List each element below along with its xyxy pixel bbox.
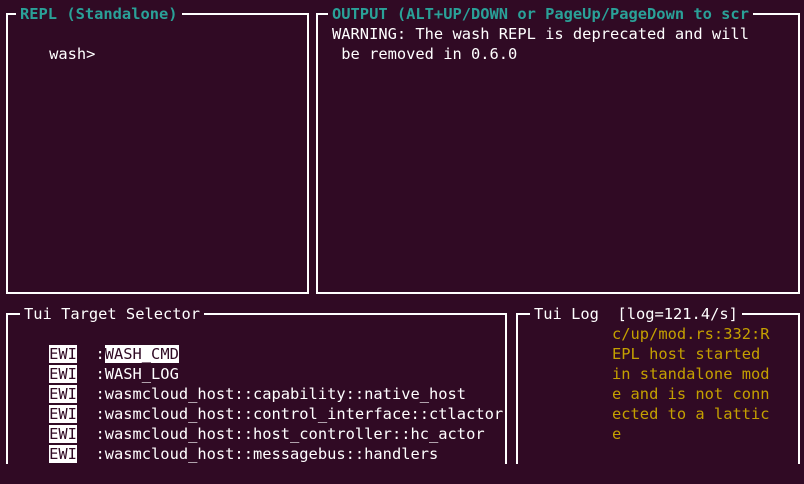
- log-line: ected to a lattic: [612, 405, 770, 423]
- repl-prompt-line[interactable]: wash>: [12, 24, 336, 84]
- repl-pane-title: REPL (Standalone): [16, 4, 182, 24]
- log-line: e: [612, 425, 622, 443]
- log-line: e and is not conn: [612, 385, 770, 403]
- target-selector-title: Tui Target Selector: [20, 304, 205, 324]
- output-line: WARNING: The wash REPL is deprecated and…: [332, 25, 749, 43]
- level-filter-badge[interactable]: EWI: [49, 445, 77, 463]
- log-line: EPL host started: [612, 345, 761, 363]
- repl-command-input[interactable]: [95, 44, 336, 64]
- output-pane-title: OUTPUT (ALT+UP/DOWN or PageUp/PageDown t…: [328, 4, 753, 24]
- tui-log-title: Tui Log [log=121.4/s]: [530, 304, 742, 324]
- output-pane[interactable]: OUTPUT (ALT+UP/DOWN or PageUp/PageDown t…: [316, 4, 800, 294]
- log-line: in standalone mod: [612, 365, 770, 383]
- repl-pane[interactable]: REPL (Standalone) wash>: [6, 4, 336, 294]
- target-item[interactable]: EWI :wasmcloud_host::messagebus::handler…: [12, 424, 438, 484]
- output-line: be removed in 0.6.0: [332, 45, 518, 63]
- target-selector-pane[interactable]: Tui Target Selector EWI :WASH_CMD EWI :W…: [6, 304, 507, 464]
- tui-log-pane[interactable]: Tui Log [log=121.4/s] c/up/mod.rs:332:R …: [516, 304, 800, 464]
- log-line: c/up/mod.rs:332:R: [612, 325, 770, 343]
- repl-prompt: wash>: [49, 45, 96, 63]
- log-rate: [log=121.4/s]: [617, 305, 738, 323]
- target-name: :wasmcloud_host::messagebus::handlers: [95, 445, 439, 463]
